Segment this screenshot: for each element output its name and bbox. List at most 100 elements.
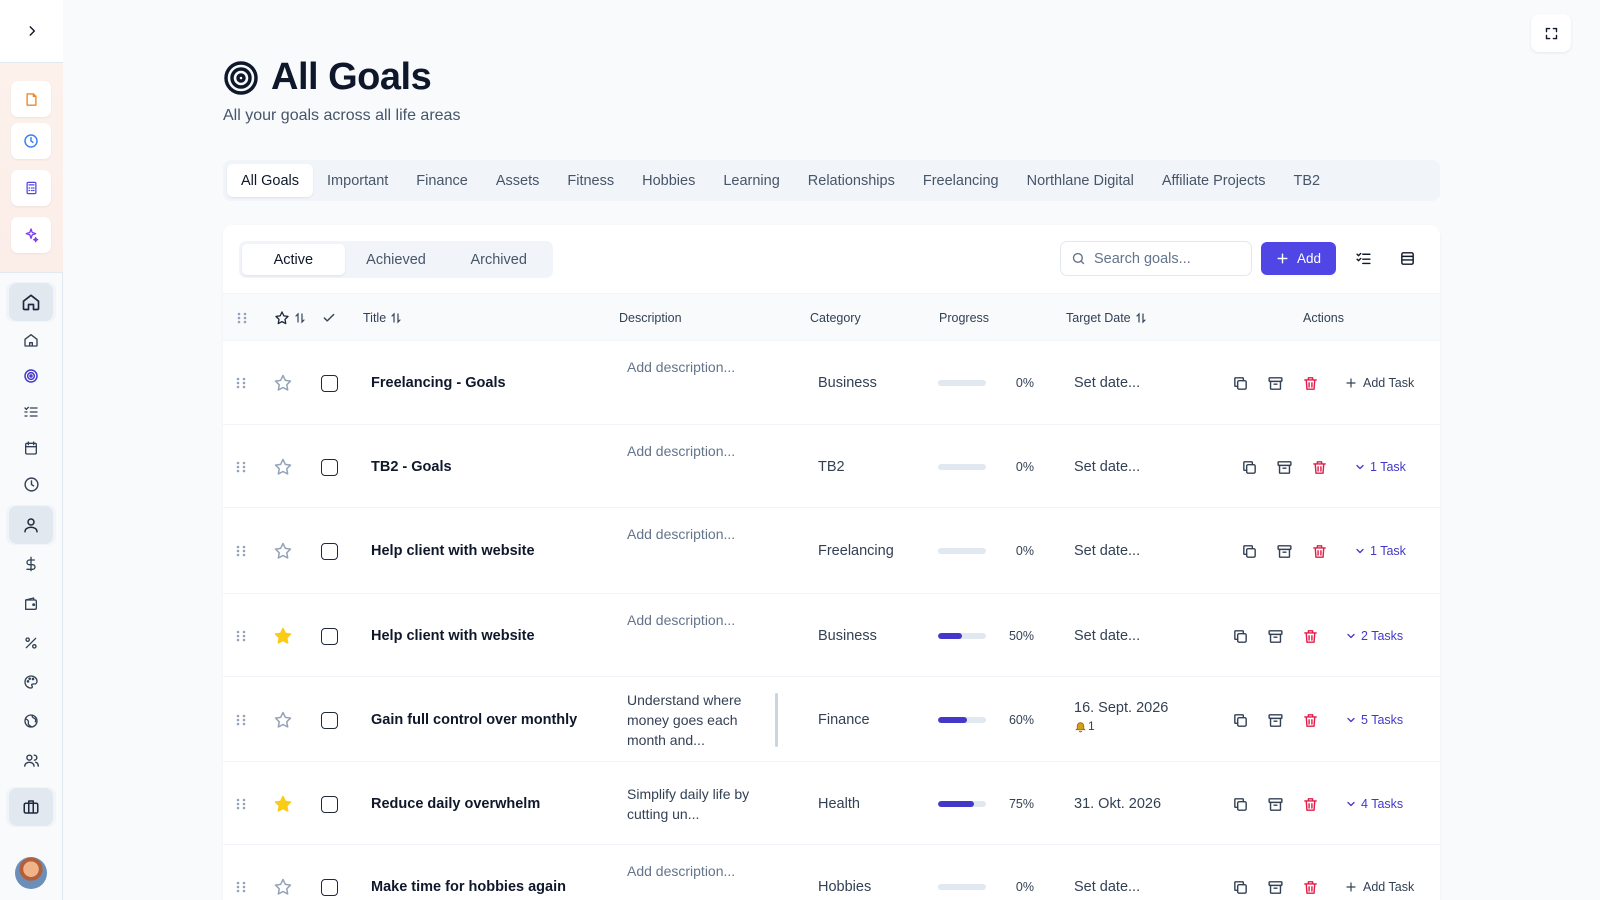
category-label[interactable]: Business [818,373,877,393]
tab-relationships[interactable]: Relationships [794,164,909,197]
goal-title-cell[interactable]: Gain full control over monthly spending [371,710,577,730]
tab-all-goals[interactable]: All Goals [227,164,314,197]
sidebar-item-goals[interactable] [9,357,53,395]
target-date[interactable]: Set date... [1074,373,1140,393]
description-cell[interactable]: Understand where money goes each month and… [627,690,741,750]
duplicate-button[interactable] [1239,457,1259,477]
duplicate-button[interactable] [1230,794,1250,814]
goal-title-cell[interactable]: Make time for hobbies again [371,877,577,897]
delete-button[interactable] [1300,794,1320,814]
sidebar-item-deals[interactable] [9,624,53,662]
search-input[interactable] [1094,250,1234,267]
description-placeholder[interactable]: Add description... [627,357,735,377]
star-toggle[interactable] [273,541,293,561]
goal-title-cell[interactable]: Freelancing - Goals [371,373,577,393]
sidebar-item-dashboard[interactable] [9,283,53,321]
drag-handle[interactable] [235,459,249,475]
row-checkbox[interactable] [321,878,339,896]
star-toggle[interactable] [273,373,293,393]
tab-affiliate-projects[interactable]: Affiliate Projects [1148,164,1280,197]
sidebar-item-learning[interactable] [9,702,53,740]
add-goal-button[interactable]: Add [1261,242,1336,275]
row-checkbox[interactable] [321,374,339,392]
target-date[interactable]: Set date... [1074,457,1140,477]
goal-title-cell[interactable]: Reduce daily overwhelm [371,794,577,814]
archive-button[interactable] [1265,794,1285,814]
quick-timer-button[interactable] [11,123,51,159]
quick-calculator-button[interactable] [11,170,51,206]
progress-bar[interactable] [938,633,986,639]
tab-fitness[interactable]: Fitness [553,164,628,197]
archive-button[interactable] [1265,373,1285,393]
quick-ai-button[interactable] [11,217,51,253]
progress-bar[interactable] [938,717,986,723]
category-label[interactable]: Freelancing [818,541,894,561]
drag-handle[interactable] [235,712,249,728]
status-achieved-button[interactable]: Achieved [345,244,448,275]
sidebar-item-finance[interactable] [9,545,53,583]
sidebar-item-calendar[interactable] [9,429,53,467]
delete-button[interactable] [1300,373,1320,393]
delete-button[interactable] [1300,626,1320,646]
category-label[interactable]: Finance [818,710,870,730]
tab-assets[interactable]: Assets [482,164,554,197]
tab-northlane-digital[interactable]: Northlane Digital [1013,164,1148,197]
sidebar-item-tasks[interactable] [9,393,53,431]
tab-learning[interactable]: Learning [709,164,793,197]
target-date[interactable]: Set date... [1074,626,1140,646]
tasks-toggle[interactable]: 1 Task [1354,541,1406,561]
progress-bar[interactable] [938,801,986,807]
avatar[interactable] [15,857,47,889]
sidebar-item-profile[interactable] [9,506,53,544]
star-toggle[interactable] [273,457,293,477]
target-date-cell[interactable]: 16. Sept. 2026 1 [1074,700,1168,733]
tab-tb2[interactable]: TB2 [1280,164,1335,197]
archive-button[interactable] [1265,710,1285,730]
star-toggle[interactable] [273,710,293,730]
row-checkbox[interactable] [321,627,339,645]
archive-button[interactable] [1274,457,1294,477]
category-label[interactable]: Hobbies [818,877,871,897]
sidebar-expand-button[interactable] [0,0,63,63]
description-cell[interactable]: Simplify daily life by cutting un... [627,784,749,824]
sidebar-item-history[interactable] [9,465,53,503]
table-view-button[interactable] [1390,242,1424,275]
target-date[interactable]: Set date... [1074,877,1140,897]
duplicate-button[interactable] [1239,541,1259,561]
category-label[interactable]: Health [818,794,860,814]
tab-freelancing[interactable]: Freelancing [909,164,1013,197]
description-scrollbar[interactable] [775,693,778,747]
status-active-button[interactable]: Active [242,244,345,275]
description-placeholder[interactable]: Add description... [627,861,735,881]
sidebar-item-wallet[interactable] [9,585,53,623]
delete-button[interactable] [1300,710,1320,730]
tasks-toggle[interactable]: 2 Tasks [1345,626,1403,646]
goal-title-cell[interactable]: Help client with website [371,541,577,561]
category-label[interactable]: Business [818,626,877,646]
tasks-toggle[interactable]: 4 Tasks [1345,794,1403,814]
drag-handle[interactable] [235,543,249,559]
sidebar-item-business[interactable] [9,788,53,826]
drag-handle[interactable] [235,796,249,812]
row-checkbox[interactable] [321,795,339,813]
tasks-toggle[interactable]: 1 Task [1354,457,1406,477]
target-date[interactable]: 31. Okt. 2026 [1074,794,1161,814]
star-toggle[interactable] [273,877,293,897]
row-checkbox[interactable] [321,542,339,560]
drag-handle[interactable] [235,628,249,644]
fullscreen-button[interactable] [1531,14,1571,52]
progress-bar[interactable] [938,884,986,890]
description-placeholder[interactable]: Add description... [627,441,735,461]
tab-hobbies[interactable]: Hobbies [628,164,709,197]
sort-by-title-button[interactable]: Title [363,294,402,342]
target-date[interactable]: Set date... [1074,541,1140,561]
progress-bar[interactable] [938,380,986,386]
checklist-view-button[interactable] [1346,242,1380,275]
drag-handle[interactable] [235,879,249,895]
reminder-badge[interactable]: 1 [1074,719,1095,733]
add-task-button[interactable]: Add Task [1345,877,1414,897]
sidebar-item-hobbies[interactable] [9,663,53,701]
archive-button[interactable] [1265,877,1285,897]
row-checkbox[interactable] [321,711,339,729]
goal-title-cell[interactable]: Help client with website [371,626,577,646]
